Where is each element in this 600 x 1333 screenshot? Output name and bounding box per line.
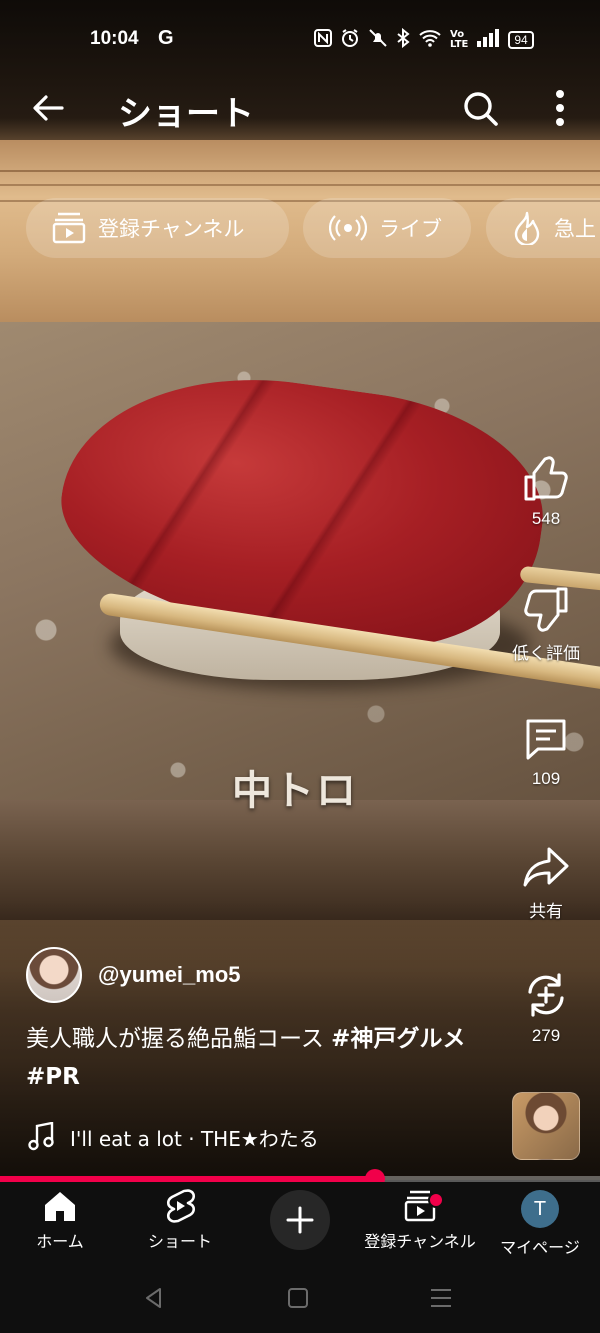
shorts-icon — [166, 1189, 196, 1223]
nav-label: 登録チャンネル — [364, 1232, 476, 1251]
create-button[interactable] — [270, 1190, 330, 1250]
nav-recents-icon[interactable] — [428, 1286, 454, 1310]
caption-text: 美人職人が握る絶品鮨コース — [26, 1026, 332, 1052]
nav-mypage[interactable]: T マイページ — [480, 1188, 600, 1258]
music-row[interactable]: I'll eat a lot · THE★わたる — [28, 1122, 319, 1152]
user-avatar: T — [521, 1190, 559, 1228]
video-overlay-text: 中トロ — [232, 767, 358, 814]
chip-label: 登録チャンネル — [98, 217, 245, 241]
channel-name[interactable]: @yumei_mo5 — [98, 962, 241, 988]
nav-label: マイページ — [500, 1238, 580, 1257]
notification-dot — [428, 1192, 444, 1208]
shorts-screen: 中トロ 10:04 G Vo LTE 94 ショート 登録チャンネル ライブ 急… — [0, 0, 600, 1333]
status-icons: Vo LTE 94 — [314, 27, 534, 52]
remix-icon — [528, 973, 564, 1017]
nav-label: ホーム — [36, 1232, 84, 1251]
status-time: 10:04 — [90, 28, 139, 49]
channel-row[interactable]: @yumei_mo5 — [26, 947, 241, 1003]
video-caption[interactable]: 美人職人が握る絶品鮨コース #神戸グルメ #PR — [26, 1020, 496, 1096]
subscriptions-icon — [52, 212, 86, 244]
bottom-navigation: ホーム ショート 登録チャンネル T マイページ — [0, 1182, 600, 1262]
music-note-icon — [28, 1122, 54, 1151]
nav-subscriptions[interactable]: 登録チャンネル — [360, 1188, 480, 1252]
sound-thumbnail[interactable] — [512, 1092, 580, 1160]
like-count: 548 — [531, 509, 561, 528]
bluetooth-icon — [396, 27, 410, 52]
chip-trending[interactable]: 急上 — [486, 198, 600, 258]
search-icon — [464, 92, 498, 126]
nav-label: ショート — [147, 1232, 212, 1251]
wifi-icon — [418, 29, 442, 51]
chip-label: ライブ — [379, 217, 442, 241]
music-title: I'll eat a lot · THE★わたる — [70, 1126, 319, 1151]
app-header: ショート — [0, 80, 600, 136]
battery-icon: 94 — [508, 31, 534, 49]
remix-count: 279 — [531, 1026, 561, 1045]
home-icon — [45, 1192, 75, 1221]
page-title: ショート — [118, 94, 254, 134]
status-bar: 10:04 G Vo LTE 94 — [0, 22, 600, 60]
arrow-left-icon — [33, 95, 64, 121]
comment-count: 109 — [531, 769, 561, 788]
system-navigation-bar — [0, 1262, 600, 1333]
more-options-button[interactable] — [545, 86, 575, 130]
nav-home-icon[interactable] — [286, 1286, 310, 1310]
alarm-icon — [340, 28, 360, 52]
live-icon — [329, 215, 367, 241]
back-button[interactable] — [28, 88, 68, 128]
google-icon: G — [158, 27, 174, 49]
trending-icon — [514, 211, 540, 245]
plus-icon — [286, 1206, 314, 1234]
nav-shorts[interactable]: ショート — [120, 1188, 240, 1252]
share-button[interactable]: 共有 — [500, 843, 592, 922]
like-button[interactable]: 548 — [500, 455, 592, 529]
search-button[interactable] — [460, 88, 500, 128]
chip-label: 急上 — [554, 217, 596, 241]
nav-back-icon[interactable] — [142, 1286, 166, 1310]
comment-icon — [526, 719, 566, 760]
volte-icon: Vo LTE — [450, 29, 469, 50]
nfc-icon — [314, 29, 332, 51]
more-vertical-icon — [556, 90, 564, 126]
signal-icon — [476, 29, 500, 51]
share-icon — [523, 847, 569, 887]
dislike-button[interactable]: 低く評価 — [500, 585, 592, 664]
share-label: 共有 — [529, 902, 563, 922]
thumbs-up-icon — [524, 456, 568, 501]
nav-home[interactable]: ホーム — [0, 1188, 120, 1252]
remix-button[interactable]: 279 — [500, 970, 592, 1046]
mute-icon — [368, 28, 388, 52]
chip-live[interactable]: ライブ — [303, 198, 471, 258]
comments-button[interactable]: 109 — [500, 715, 592, 789]
chip-subscriptions[interactable]: 登録チャンネル — [26, 198, 289, 258]
channel-avatar[interactable] — [26, 947, 82, 1003]
category-chips: 登録チャンネル ライブ 急上 — [0, 198, 600, 260]
dislike-label: 低く評価 — [512, 644, 580, 664]
thumbs-down-icon — [524, 587, 568, 632]
